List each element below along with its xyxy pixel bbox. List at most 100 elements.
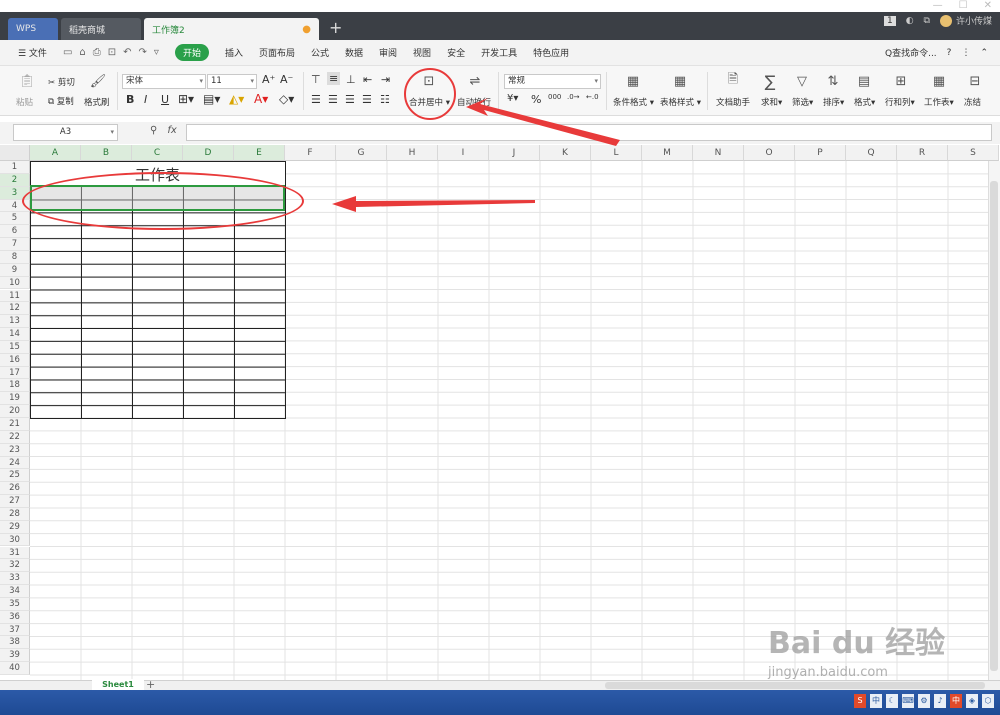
file-menu[interactable]: ☰ 文件 [18,46,47,59]
font-name-select[interactable]: 宋体 ▾ [122,74,206,89]
justify-icon[interactable]: ☰ [362,93,372,106]
copy-button[interactable]: ⧉ 复制 [48,95,74,107]
doc-helper-button[interactable]: 文档助手 [716,96,750,108]
align-bottom-icon[interactable]: ⊥ [346,73,356,86]
filter-icon[interactable]: ▽ [789,71,815,91]
fill-pattern-icon[interactable]: ▤▾ [203,92,220,106]
row-header-10[interactable]: 10 [0,276,30,290]
paste-icon[interactable]: 📋︎ [14,71,40,91]
row-header-12[interactable]: 12 [0,302,30,316]
row-header-22[interactable]: 22 [0,430,30,444]
menu-data[interactable]: 数据 [345,46,363,59]
menu-page-layout[interactable]: 页面布局 [259,46,295,59]
decrease-decimal-icon[interactable]: ←.0 [586,93,599,101]
distribute-icon[interactable]: ☷ [380,93,390,106]
row-header-18[interactable]: 18 [0,379,30,393]
row-header-19[interactable]: 19 [0,392,30,406]
row-header-15[interactable]: 15 [0,340,30,354]
command-search[interactable]: Q查找命令... [885,46,937,59]
row-header-17[interactable]: 17 [0,366,30,380]
row-col-button[interactable]: 行和列▾ [885,96,915,108]
tray-icon[interactable]: ♪ [934,694,946,708]
border-icon[interactable]: ⊞▾ [178,92,194,106]
conditional-format-icon[interactable]: ▦ [620,71,646,91]
tab-workbook[interactable]: 工作簿2 ● [144,18,319,40]
worksheet-icon[interactable]: ▦ [926,71,952,91]
row-header-30[interactable]: 30 [0,533,30,547]
maximize-button[interactable]: ☐ [959,0,968,11]
row-header-32[interactable]: 32 [0,559,30,573]
column-header-g[interactable]: G [336,145,387,161]
row-header-16[interactable]: 16 [0,353,30,367]
skin-icon[interactable]: ◐ [906,16,914,26]
decrease-font-icon[interactable]: A⁻ [280,73,293,86]
undo-icon[interactable]: ↶ [123,47,131,58]
column-header-p[interactable]: P [795,145,846,161]
column-header-h[interactable]: H [387,145,438,161]
column-header-c[interactable]: C [132,145,183,161]
font-size-select[interactable]: 11 ▾ [207,74,257,89]
menu-start[interactable]: 开始 [174,44,209,61]
format-button[interactable]: 格式▾ [854,96,875,108]
tray-icon[interactable]: ◈ [966,694,978,708]
bold-icon[interactable]: B [126,93,134,106]
cut-button[interactable]: ✂ 剪切 [48,76,75,88]
column-header-l[interactable]: L [591,145,642,161]
paste-button[interactable]: 粘贴 [16,96,33,108]
customize-icon[interactable]: ▿ [154,47,159,58]
row-header-9[interactable]: 9 [0,263,30,277]
menu-formula[interactable]: 公式 [311,46,329,59]
align-middle-icon[interactable]: ≡ [327,72,341,85]
share-icon[interactable]: ⧉ [924,16,930,26]
align-top-icon[interactable]: ⊤ [311,73,321,86]
row-header-11[interactable]: 11 [0,289,30,303]
number-format-select[interactable]: 常规 ▾ [504,74,601,89]
row-header-29[interactable]: 29 [0,520,30,534]
conditional-format-button[interactable]: 条件格式 ▾ [613,96,654,108]
ime-icon[interactable]: S [854,694,866,708]
preview-icon[interactable]: ⊡ [108,47,116,58]
more-icon[interactable]: ⋮ [961,48,970,58]
tab-wps[interactable]: WPS [8,18,58,40]
menu-developer[interactable]: 开发工具 [481,46,517,59]
format-painter-button[interactable]: 格式刷 [84,96,110,108]
row-header-40[interactable]: 40 [0,662,30,675]
column-header-r[interactable]: R [897,145,948,161]
redo-icon[interactable]: ↷ [139,47,147,58]
row-header-34[interactable]: 34 [0,585,30,598]
row-header-20[interactable]: 20 [0,405,30,418]
row-header-1[interactable]: 1 [0,161,30,174]
doc-helper-icon[interactable]: 🗎︎ [720,71,746,91]
scrollbar-thumb[interactable] [990,181,998,671]
percent-icon[interactable]: % [531,93,541,106]
menu-insert[interactable]: 插入 [225,46,243,59]
row-header-39[interactable]: 39 [0,649,30,663]
row-header-25[interactable]: 25 [0,469,30,483]
menu-security[interactable]: 安全 [447,46,465,59]
row-header-28[interactable]: 28 [0,507,30,521]
formula-input[interactable] [186,124,992,141]
column-header-i[interactable]: I [438,145,489,161]
tray-icon[interactable]: ⌨ [902,694,914,708]
wrap-text-icon[interactable]: ⇌ [462,71,488,91]
row-header-21[interactable]: 21 [0,418,30,431]
fill-color-icon[interactable]: ◭▾ [229,92,244,106]
column-header-s[interactable]: S [948,145,999,161]
print-icon[interactable]: ⎙ [93,47,101,58]
column-header-n[interactable]: N [693,145,744,161]
fx-icon[interactable]: fx [167,125,176,136]
freeze-icon[interactable]: ⊟ [962,71,988,91]
row-header-36[interactable]: 36 [0,610,30,624]
sum-icon[interactable]: ∑ [757,71,783,91]
save-icon[interactable]: ▭ [63,47,72,58]
collapse-ribbon-icon[interactable]: ⌃ [980,48,988,58]
horizontal-scrollbar[interactable] [605,682,985,689]
column-header-k[interactable]: K [540,145,591,161]
row-header-37[interactable]: 37 [0,623,30,637]
row-header-26[interactable]: 26 [0,482,30,496]
increase-font-icon[interactable]: A⁺ [262,73,275,86]
row-header-7[interactable]: 7 [0,238,30,251]
increase-indent-icon[interactable]: ⇥ [381,73,390,86]
row-header-2[interactable]: 2 [0,173,30,187]
select-all-corner[interactable] [0,145,30,161]
